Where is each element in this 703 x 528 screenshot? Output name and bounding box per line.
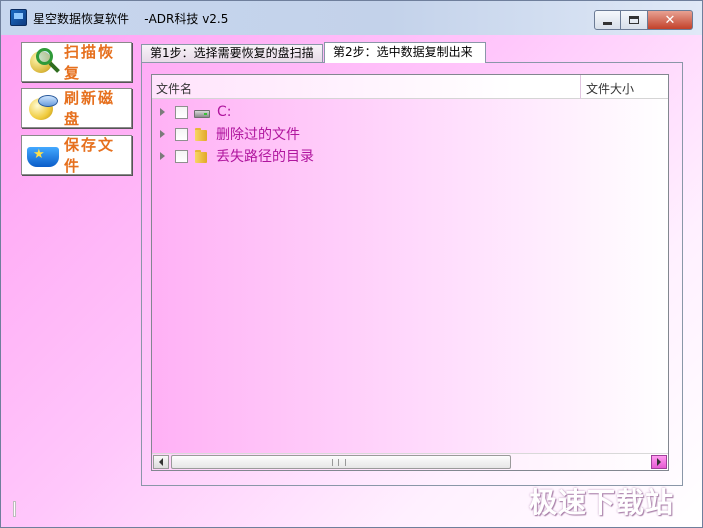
tree-item-label: 删除过的文件 — [216, 127, 300, 143]
tree-item-label: C: — [217, 104, 232, 120]
watermark-text: 极速下载站 — [529, 486, 675, 519]
drive-icon — [194, 110, 210, 118]
window-controls: ✕ — [594, 10, 693, 30]
refresh-disk-icon — [26, 92, 60, 124]
list-header: 文件名 文件大小 — [152, 75, 668, 99]
expand-arrow-icon[interactable] — [160, 130, 165, 138]
maximize-button[interactable] — [621, 10, 648, 30]
window-title: 星空数据恢复软件 -ADR科技 v2.5 — [33, 12, 229, 26]
app-icon — [10, 9, 27, 26]
grip-icon — [332, 459, 346, 466]
save-file-button[interactable]: ★ 保存文件 — [21, 135, 132, 175]
app-window: 星空数据恢复软件 -ADR科技 v2.5 ✕ 扫描恢复 刷新磁盘 ★ 保存文件 … — [0, 0, 703, 528]
refresh-disk-label: 刷新磁盘 — [64, 89, 116, 128]
arrow-left-icon — [159, 458, 163, 466]
tab-step2[interactable]: 第2步：选中数据复制出来 — [324, 42, 486, 63]
scan-recover-button[interactable]: 扫描恢复 — [21, 42, 132, 82]
tree-item-checkbox[interactable] — [175, 149, 188, 163]
tree-item-lost-dirs[interactable]: 丢失路径的目录 — [152, 145, 582, 167]
column-header-size[interactable]: 文件大小 — [586, 80, 634, 97]
expand-arrow-icon[interactable] — [160, 108, 165, 116]
magnifier-globe-icon — [26, 46, 60, 78]
tree-item-checkbox[interactable] — [175, 127, 188, 141]
folder-icon — [195, 127, 209, 141]
save-pad-icon: ★ — [26, 139, 60, 171]
tree-item-deleted-files[interactable]: 删除过的文件 — [152, 123, 582, 145]
expand-arrow-icon[interactable] — [160, 152, 165, 160]
tree-item-checkbox[interactable] — [175, 105, 188, 119]
tree-item-drive-c[interactable]: C: — [152, 101, 582, 123]
title-bar[interactable]: 星空数据恢复软件 -ADR科技 v2.5 ✕ — [1, 1, 702, 35]
close-button[interactable]: ✕ — [648, 10, 693, 30]
close-icon: ✕ — [664, 12, 676, 28]
minimize-icon — [603, 21, 612, 25]
status-indicator — [13, 501, 16, 517]
folder-icon — [195, 149, 209, 163]
scroll-right-button[interactable] — [651, 455, 667, 469]
minimize-button[interactable] — [594, 10, 621, 30]
tree-item-label: 丢失路径的目录 — [216, 149, 314, 165]
column-divider[interactable] — [580, 75, 581, 99]
horizontal-scrollbar[interactable] — [152, 453, 668, 470]
file-tree-list[interactable]: 文件名 文件大小 C: 删除过的文件 丢失路径的目录 — [151, 74, 669, 471]
save-file-label: 保存文件 — [64, 136, 116, 175]
scroll-thumb[interactable] — [171, 455, 511, 469]
scroll-left-button[interactable] — [153, 455, 169, 469]
arrow-right-icon — [657, 458, 661, 466]
tab-step1[interactable]: 第1步：选择需要恢复的盘扫描 — [141, 44, 323, 62]
refresh-disk-button[interactable]: 刷新磁盘 — [21, 88, 132, 128]
scan-recover-label: 扫描恢复 — [64, 43, 116, 82]
maximize-icon — [629, 16, 639, 24]
column-header-name[interactable]: 文件名 — [156, 80, 192, 97]
